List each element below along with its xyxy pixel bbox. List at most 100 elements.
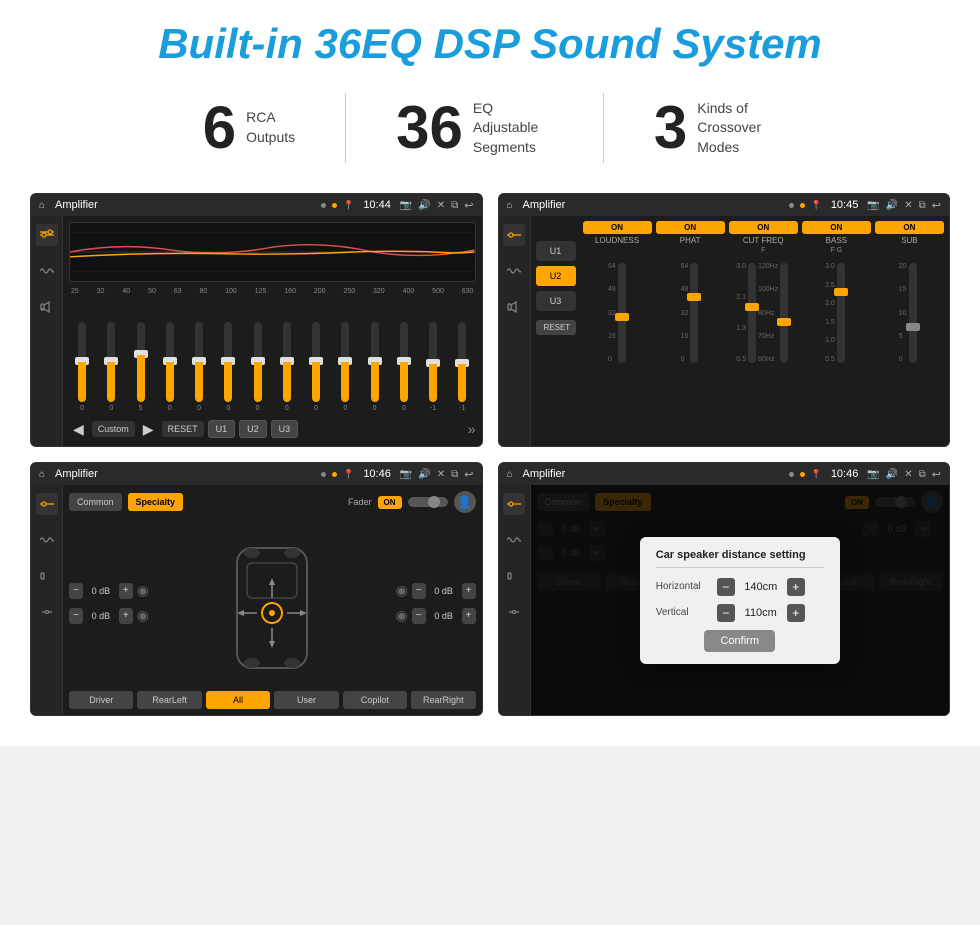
eq-prev-btn[interactable]: ◀ — [69, 421, 88, 438]
eq-track-4[interactable] — [166, 322, 174, 402]
eq-track-1[interactable] — [78, 322, 86, 402]
close-icon-dist[interactable]: ✕ — [904, 469, 912, 480]
eq-track-6[interactable] — [224, 322, 232, 402]
close-icon-cross[interactable]: ✕ — [904, 200, 912, 211]
u1-preset-btn[interactable]: U1 — [536, 241, 576, 261]
sub-track[interactable] — [909, 263, 917, 363]
eq-next-btn[interactable]: ▶ — [139, 421, 158, 438]
phat-on-btn[interactable]: ON — [656, 221, 725, 234]
sidebar-wave-icon[interactable] — [36, 260, 58, 282]
horizontal-plus-btn[interactable]: + — [787, 578, 805, 596]
close-icon-eq[interactable]: ✕ — [437, 200, 445, 211]
driver-btn[interactable]: Driver — [69, 691, 133, 709]
crossover-home-icon[interactable]: ⌂ — [507, 200, 513, 211]
eq-track-2[interactable] — [107, 322, 115, 402]
volume-icon-fader[interactable]: 🔊 — [418, 469, 430, 480]
back-icon-dist[interactable]: ↩ — [932, 468, 941, 481]
fader-slider[interactable] — [408, 497, 448, 507]
specialty-tab-btn[interactable]: Specialty — [128, 493, 184, 511]
sidebar-speaker-icon[interactable] — [36, 296, 58, 318]
eq-track-8[interactable] — [283, 322, 291, 402]
rl-plus-btn[interactable]: + — [119, 608, 133, 624]
volume-icon-eq[interactable]: 🔊 — [418, 200, 430, 211]
copy-icon-eq[interactable]: ⧉ — [451, 200, 458, 211]
fl-plus-btn[interactable]: + — [119, 583, 133, 599]
camera-icon-eq[interactable]: 📷 — [400, 200, 412, 211]
sidebar-cross-fader[interactable] — [36, 601, 58, 623]
sub-handle[interactable] — [906, 323, 920, 331]
sidebar-cross-dist[interactable] — [503, 601, 525, 623]
eq-track-10[interactable] — [341, 322, 349, 402]
camera-icon-cross[interactable]: 📷 — [867, 200, 879, 211]
common-tab-btn[interactable]: Common — [69, 493, 122, 511]
cutfreq-handle1[interactable] — [745, 303, 759, 311]
horizontal-minus-btn[interactable]: − — [717, 578, 735, 596]
sub-on-btn[interactable]: ON — [875, 221, 944, 234]
fader-home-icon[interactable]: ⌂ — [39, 469, 45, 480]
cutfreq-track2[interactable] — [780, 263, 788, 363]
back-icon-eq[interactable]: ↩ — [464, 199, 473, 212]
loudness-handle[interactable] — [615, 313, 629, 321]
fader-on-btn[interactable]: ON — [378, 496, 402, 509]
sidebar-wave-dist[interactable] — [503, 529, 525, 551]
u3-preset-btn[interactable]: U3 — [536, 291, 576, 311]
fr-minus-btn[interactable]: − — [412, 583, 426, 599]
camera-icon-dist[interactable]: 📷 — [867, 469, 879, 480]
sidebar-speaker-dist[interactable] — [503, 565, 525, 587]
copilot-btn[interactable]: Copilot — [343, 691, 407, 709]
dist-home-icon[interactable]: ⌂ — [507, 469, 513, 480]
copy-icon-cross[interactable]: ⧉ — [919, 200, 926, 211]
rearright-btn[interactable]: RearRight — [411, 691, 475, 709]
copy-icon-fader[interactable]: ⧉ — [451, 469, 458, 480]
volume-icon-dist[interactable]: 🔊 — [886, 469, 898, 480]
eq-track-9[interactable] — [312, 322, 320, 402]
eq-track-3[interactable] — [137, 322, 145, 402]
eq-reset-btn[interactable]: RESET — [162, 421, 204, 437]
loudness-on-btn[interactable]: ON — [583, 221, 652, 234]
bass-track1[interactable] — [837, 263, 845, 363]
vertical-minus-btn[interactable]: − — [717, 604, 735, 622]
loudness-track[interactable] — [618, 263, 626, 363]
eq-track-11[interactable] — [371, 322, 379, 402]
bass-on-btn[interactable]: ON — [802, 221, 871, 234]
cutfreq-track1[interactable] — [748, 263, 756, 363]
back-icon-cross[interactable]: ↩ — [932, 199, 941, 212]
sidebar-speaker-cross[interactable] — [503, 296, 525, 318]
eq-custom-btn[interactable]: Custom — [92, 421, 135, 437]
volume-icon-cross[interactable]: 🔊 — [886, 200, 898, 211]
fl-minus-btn[interactable]: − — [69, 583, 83, 599]
profile-icon[interactable]: 👤 — [454, 491, 476, 513]
phat-handle[interactable] — [687, 293, 701, 301]
back-icon-fader[interactable]: ↩ — [464, 468, 473, 481]
eq-u3-btn[interactable]: U3 — [271, 420, 299, 438]
crossover-reset-btn[interactable]: RESET — [536, 320, 576, 335]
eq-u2-btn[interactable]: U2 — [239, 420, 267, 438]
cutfreq-handle2[interactable] — [777, 318, 791, 326]
all-btn[interactable]: All — [206, 691, 270, 709]
eq-track-13[interactable] — [429, 322, 437, 402]
rearleft-btn[interactable]: RearLeft — [137, 691, 201, 709]
copy-icon-dist[interactable]: ⧉ — [919, 469, 926, 480]
rr-plus-btn[interactable]: + — [462, 608, 476, 624]
u2-preset-btn[interactable]: U2 — [536, 266, 576, 286]
cutfreq-on-btn[interactable]: ON — [729, 221, 798, 234]
eq-track-12[interactable] — [400, 322, 408, 402]
fr-plus-btn[interactable]: + — [462, 583, 476, 599]
eq-track-14[interactable] — [458, 322, 466, 402]
home-icon[interactable]: ⌂ — [39, 200, 45, 211]
camera-icon-fader[interactable]: 📷 — [400, 469, 412, 480]
confirm-button[interactable]: Confirm — [704, 630, 775, 652]
rr-minus-btn[interactable]: − — [412, 608, 426, 624]
bass-handle1[interactable] — [834, 288, 848, 296]
phat-track[interactable] — [690, 263, 698, 363]
rl-minus-btn[interactable]: − — [69, 608, 83, 624]
fader-slider-handle[interactable] — [428, 496, 440, 508]
sidebar-speaker-fader[interactable] — [36, 565, 58, 587]
sidebar-wave-fader[interactable] — [36, 529, 58, 551]
sidebar-wave-cross[interactable] — [503, 260, 525, 282]
sidebar-eq-fader[interactable] — [36, 493, 58, 515]
more-icon[interactable]: » — [468, 421, 476, 437]
user-btn[interactable]: User — [274, 691, 338, 709]
eq-track-5[interactable] — [195, 322, 203, 402]
eq-u1-btn[interactable]: U1 — [208, 420, 236, 438]
